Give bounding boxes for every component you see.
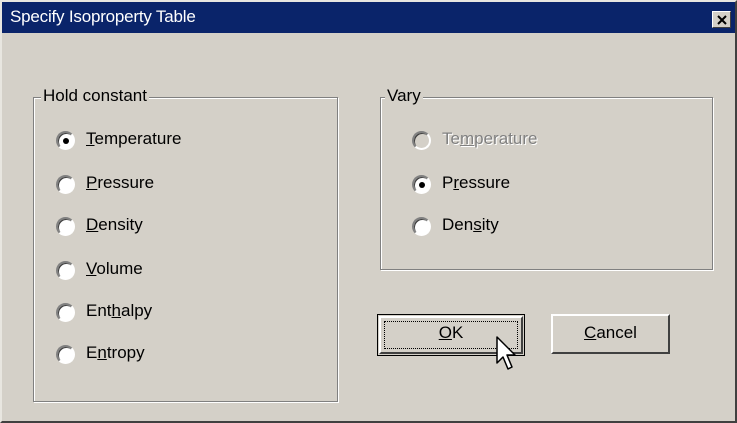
hold-volume-label: Volume [86,259,143,278]
radio-checked-icon[interactable] [412,175,431,194]
radio-checked-icon[interactable] [56,131,75,150]
hold-entropy-label: Entropy [86,343,145,362]
vary-temperature-label: Temperature [442,129,538,148]
cancel-button-label: Cancel [584,323,637,342]
hold-constant-group: Hold constant Temperature Pressure Densi… [33,86,338,402]
close-button[interactable] [712,11,731,28]
radio-unchecked-icon[interactable] [56,345,75,364]
vary-density-label: Density [442,215,499,234]
window-title: Specify Isoproperty Table [10,7,196,26]
radio-unchecked-icon[interactable] [56,303,75,322]
radio-unchecked-icon[interactable] [56,261,75,280]
title-bar[interactable]: Specify Isoproperty Table [2,2,735,33]
close-icon [717,15,727,25]
radio-disabled-icon [412,131,431,150]
hold-enthalpy-label: Enthalpy [86,301,153,320]
radio-unchecked-icon[interactable] [412,217,431,236]
dialog-window: Specify Isoproperty Table Hold constant … [0,0,737,423]
vary-legend: Vary [385,86,423,106]
mouse-pointer-icon [496,336,516,370]
vary-pressure-label: Pressure [442,173,511,192]
vary-group: Vary Temperature Pressure Density [380,86,713,270]
hold-constant-legend: Hold constant [41,86,149,106]
radio-unchecked-icon[interactable] [56,217,75,236]
hold-temperature-label: Temperature [86,129,182,148]
hold-pressure-label: Pressure [86,173,155,192]
cancel-button[interactable]: Cancel [551,314,670,354]
radio-unchecked-icon[interactable] [56,175,75,194]
hold-density-label: Density [86,215,143,234]
